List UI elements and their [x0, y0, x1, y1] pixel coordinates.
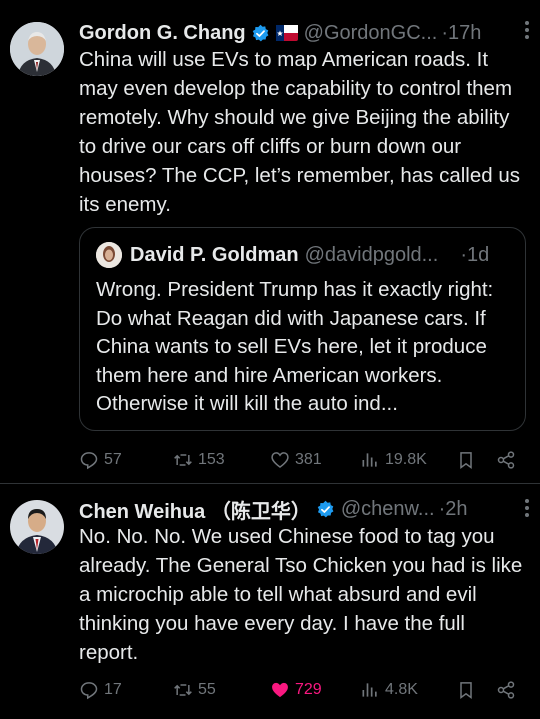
reply-count: 17 [104, 681, 122, 698]
quoted-tweet[interactable]: David P. Goldman @davidpgold... ·1d Wron… [79, 227, 526, 431]
tweet-actions: 17 55 729 4.8K [79, 677, 524, 703]
retweet-button[interactable]: 55 [173, 680, 270, 700]
views-count: 19.8K [385, 451, 427, 468]
views-icon [362, 683, 377, 697]
reply-icon [80, 452, 98, 470]
avatar[interactable] [10, 500, 64, 554]
bookmark-icon [460, 452, 472, 469]
bookmark-button[interactable] [456, 450, 496, 470]
quoted-author-name[interactable]: David P. Goldman [130, 244, 299, 267]
tweet-text: No. No. No. We used Chinese food to tag … [79, 525, 523, 664]
reply-count: 57 [104, 451, 122, 468]
like-icon [271, 452, 289, 469]
tweet-text: China will use EVs to map American roads… [79, 48, 520, 216]
share-icon [497, 451, 515, 469]
reply-button[interactable]: 57 [79, 450, 173, 470]
quoted-avatar[interactable] [96, 242, 122, 268]
more-icon[interactable] [524, 498, 530, 524]
like-icon [272, 682, 288, 698]
like-button[interactable]: 729 [270, 680, 360, 700]
quoted-text: Wrong. President Trump has it exactly ri… [96, 278, 494, 415]
like-count: 729 [295, 681, 322, 698]
flag-icon [275, 25, 298, 41]
retweet-button[interactable]: 153 [173, 450, 270, 470]
author-name[interactable]: Gordon G. Chang [79, 22, 246, 45]
timestamp[interactable]: ·17h [441, 22, 481, 45]
verified-badge-icon [252, 24, 269, 41]
tweet-actions: 57 153 381 19.8K [79, 447, 524, 473]
views-button[interactable]: 4.8K [360, 680, 456, 700]
avatar[interactable] [10, 22, 64, 76]
more-icon[interactable] [524, 20, 530, 46]
quoted-timestamp[interactable]: ·1d [460, 244, 489, 267]
bookmark-button[interactable] [456, 680, 496, 700]
share-button[interactable] [496, 450, 516, 470]
author-name[interactable]: Chen Weihua （陈卫华） [79, 495, 311, 524]
author-handle[interactable]: @GordonGC... [304, 22, 438, 45]
tweet-gordon-chang[interactable]: Gordon G. Chang @GordonGC... ·17h China … [0, 0, 540, 470]
views-icon [362, 453, 377, 467]
reply-button[interactable]: 17 [79, 680, 173, 700]
tweet-chen-weihua[interactable]: Chen Weihua （陈卫华） @chenw... ·2h No. No. … [0, 484, 540, 719]
retweet-count: 55 [198, 681, 216, 698]
retweet-icon [174, 454, 192, 466]
retweet-count: 153 [198, 451, 225, 468]
views-count: 4.8K [385, 681, 418, 698]
like-button[interactable]: 381 [270, 450, 360, 470]
share-button[interactable] [496, 680, 516, 700]
author-handle[interactable]: @chenw... [341, 498, 435, 521]
tweet-header: Chen Weihua （陈卫华） @chenw... ·2h [79, 494, 530, 524]
retweet-icon [174, 684, 192, 696]
bookmark-icon [460, 682, 472, 699]
tweet-header: Gordon G. Chang @GordonGC... ·17h [79, 18, 530, 48]
quoted-author-handle[interactable]: @davidpgold... [305, 244, 439, 267]
timestamp[interactable]: ·2h [439, 498, 468, 521]
share-icon [497, 681, 515, 699]
like-count: 381 [295, 451, 322, 468]
verified-badge-icon [317, 500, 334, 517]
reply-icon [80, 682, 98, 700]
views-button[interactable]: 19.8K [360, 450, 456, 470]
